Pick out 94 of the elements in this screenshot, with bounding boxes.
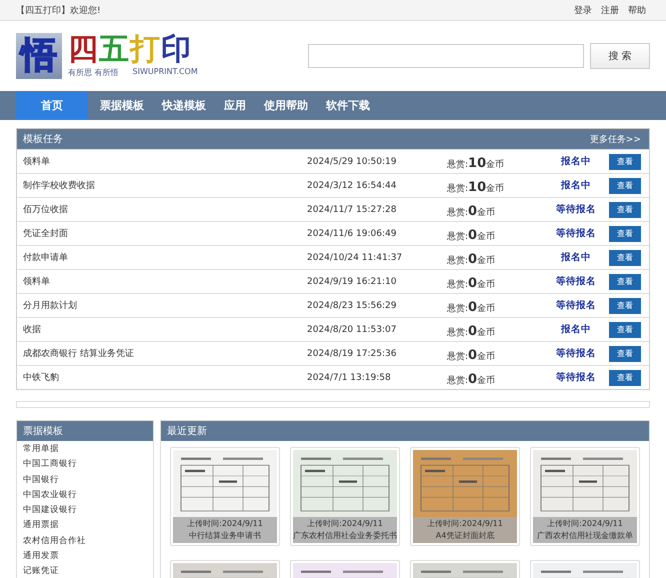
sidebar-item[interactable]: 通用发票	[23, 549, 147, 564]
view-button[interactable]: 查看	[609, 202, 641, 218]
sidebar-item[interactable]: 农村信用合作社	[23, 534, 147, 550]
view-button[interactable]: 查看	[609, 178, 641, 194]
task-reward: 悬赏:10金币	[447, 179, 506, 195]
logo-letter: 五	[99, 33, 129, 67]
task-status[interactable]: 等待报名	[543, 275, 609, 288]
template-card[interactable]: 上传时间:2024/9/11 广东农村信用社会业务委托书	[290, 447, 400, 546]
task-status[interactable]: 等待报名	[543, 299, 609, 312]
task-name: 领料单	[23, 276, 51, 288]
logo-letter: 印	[161, 33, 191, 67]
view-button[interactable]: 查看	[609, 274, 641, 290]
nav-tab[interactable]: 首页	[16, 91, 88, 120]
welcome-text: 【四五打印】欢迎您!	[16, 4, 101, 16]
view-button[interactable]: 查看	[609, 298, 641, 314]
template-card[interactable]: 上传时间:2024/9/11 广西农村信用社现金缴款单	[530, 447, 640, 546]
task-time: 2024/7/1 13:19:58	[307, 372, 392, 382]
task-reward: 悬赏:0金币	[447, 371, 496, 387]
task-reward: 悬赏:0金币	[447, 251, 496, 267]
card-title: 中行结算业务申请书	[189, 530, 261, 542]
task-name: 领料单	[23, 156, 51, 168]
task-name: 佰万位收据	[23, 204, 69, 216]
task-time: 2024/9/19 16:21:10	[307, 276, 398, 286]
view-button[interactable]: 查看	[609, 322, 641, 338]
nav-tab[interactable]: 快递模板	[153, 91, 215, 120]
task-time: 2024/10/24 11:41:37	[307, 252, 404, 262]
sidebar-item[interactable]: 中国银行	[23, 472, 147, 488]
task-reward: 悬赏:0金币	[447, 323, 496, 339]
task-time: 2024/5/29 10:50:19	[307, 156, 398, 166]
task-name: 中铁飞豹	[23, 372, 60, 384]
nav-tab[interactable]: 使用帮助	[255, 91, 317, 120]
top-link[interactable]: 登录	[574, 4, 592, 16]
task-reward: 悬赏:0金币	[447, 227, 496, 243]
task-name: 收据	[23, 324, 42, 336]
top-link[interactable]: 注册	[601, 4, 619, 16]
task-status[interactable]: 报名中	[543, 323, 609, 336]
task-time: 2024/11/7 15:27:28	[307, 204, 398, 214]
more-link[interactable]: 更多任务>>	[590, 132, 641, 146]
nav-tab[interactable]: 票据模板	[91, 91, 153, 120]
card-title: 广西农村信用社现金缴款单	[537, 530, 633, 542]
template-card[interactable]: 上传时间:2024/9/11 A4凭证封面封底	[410, 447, 520, 546]
logo-mark: 悟	[16, 32, 62, 78]
task-reward: 悬赏:0金币	[447, 347, 496, 363]
sidebar-item[interactable]: 中国工商银行	[23, 457, 147, 473]
search-field[interactable]	[308, 44, 584, 68]
task-status[interactable]: 等待报名	[543, 347, 609, 360]
task-time: 2024/8/19 17:25:36	[307, 348, 398, 358]
task-name: 凭证全封面	[23, 228, 69, 240]
panel-title: 模板任务	[23, 132, 63, 146]
task-name: 付款申请单	[23, 252, 69, 264]
view-button[interactable]: 查看	[609, 370, 641, 386]
task-time: 2024/8/23 15:56:29	[307, 300, 398, 310]
task-status[interactable]: 报名中	[543, 155, 609, 168]
task-status[interactable]: 报名中	[543, 251, 609, 264]
slogan: 有所思 有所悟	[68, 67, 119, 78]
recent-title: 最近更新	[167, 424, 207, 438]
sidebar-item[interactable]: 中国农业银行	[23, 488, 147, 504]
task-status[interactable]: 等待报名	[543, 227, 609, 240]
task-name: 制作学校收费收据	[23, 180, 96, 192]
search-button[interactable]: 搜 索	[590, 42, 650, 68]
task-time: 2024/3/12 16:54:44	[307, 180, 398, 190]
template-card[interactable]: 上传时间:2024/9/11 中行结算业务申请书	[170, 447, 280, 546]
top-link[interactable]: 帮助	[628, 4, 646, 16]
upload-time: 上传时间:2024/9/11	[307, 518, 383, 530]
upload-time: 上传时间:2024/9/11	[547, 518, 623, 530]
task-name: 成都农商银行 结算业务凭证	[23, 348, 135, 360]
task-reward: 悬赏:10金币	[447, 155, 506, 171]
task-status[interactable]: 等待报名	[543, 371, 609, 384]
sidebar-item[interactable]: 中国建设银行	[23, 503, 147, 518]
card-title: 广东农村信用社会业务委托书	[293, 530, 397, 542]
view-button[interactable]: 查看	[609, 226, 641, 242]
logo-letter: 四	[68, 33, 98, 67]
sidebar-item[interactable]: 记账凭证	[23, 564, 147, 578]
upload-time: 上传时间:2024/9/11	[187, 518, 263, 530]
view-button[interactable]: 查看	[609, 154, 641, 170]
card-title: A4凭证封面封底	[436, 530, 494, 542]
nav-tab[interactable]: 应用	[215, 91, 255, 120]
sidebar-item[interactable]: 常用单据	[23, 442, 147, 458]
logo-letter: 打	[130, 33, 160, 67]
task-time: 2024/11/6 19:06:49	[307, 228, 398, 238]
task-status[interactable]: 等待报名	[543, 203, 609, 216]
site-address: SIWUPRINT.COM	[132, 67, 198, 78]
sidebar-title: 票据模板	[23, 424, 63, 438]
task-reward: 悬赏:0金币	[447, 299, 496, 315]
sidebar-item[interactable]: 通用票据	[23, 518, 147, 534]
view-button[interactable]: 查看	[609, 346, 641, 362]
view-button[interactable]: 查看	[609, 250, 641, 266]
upload-time: 上传时间:2024/9/11	[427, 518, 503, 530]
nav-tab[interactable]: 软件下载	[317, 91, 379, 120]
task-status[interactable]: 报名中	[543, 179, 609, 192]
task-time: 2024/8/20 11:53:07	[307, 324, 398, 334]
task-name: 分月用款计划	[23, 300, 78, 312]
task-reward: 悬赏:0金币	[447, 275, 496, 291]
task-reward: 悬赏:0金币	[447, 203, 496, 219]
